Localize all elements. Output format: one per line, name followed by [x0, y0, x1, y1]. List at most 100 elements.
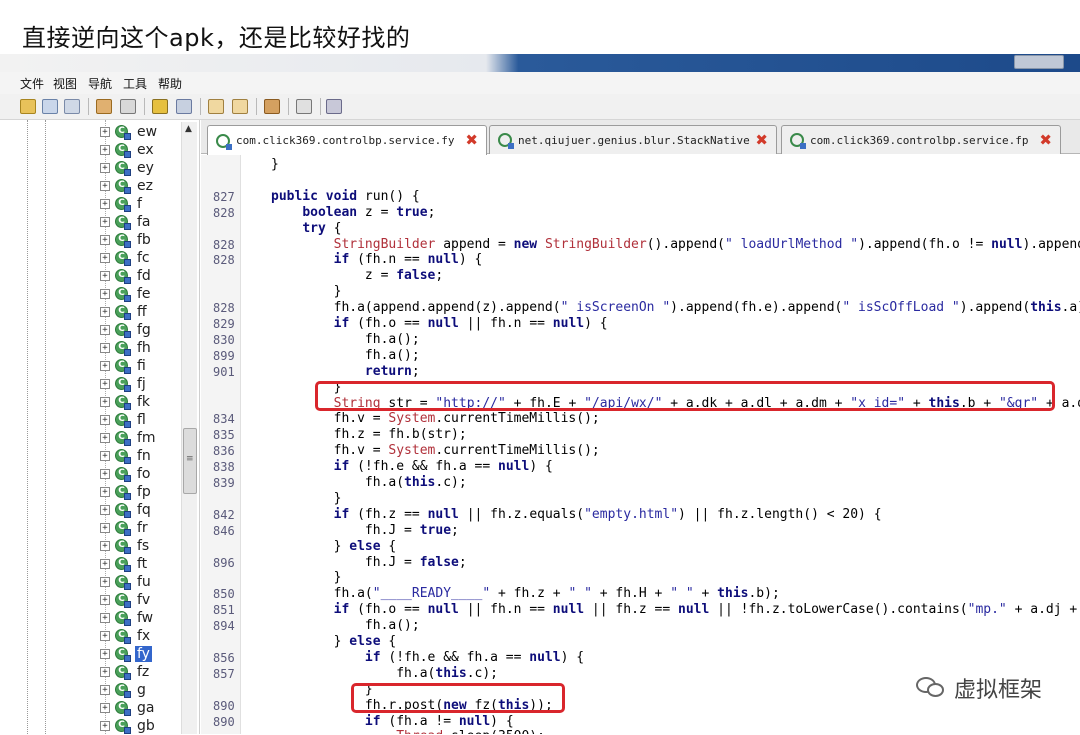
save-icon[interactable]: [42, 99, 58, 114]
expand-icon[interactable]: +: [100, 595, 110, 605]
tree-node[interactable]: + Cfy: [100, 645, 152, 663]
tree-node[interactable]: + Cfc: [100, 249, 152, 267]
window-titlebar: [0, 54, 1080, 72]
scroll-up-icon[interactable]: ▲: [185, 124, 192, 134]
expand-icon[interactable]: +: [100, 667, 110, 677]
expand-icon[interactable]: +: [100, 271, 110, 281]
expand-icon[interactable]: +: [100, 361, 110, 371]
close-icon[interactable]: ✖: [465, 131, 478, 149]
tab-fp[interactable]: com.click369.controlbp.service.fp ✖: [781, 125, 1061, 154]
expand-icon[interactable]: +: [100, 325, 110, 335]
expand-icon[interactable]: +: [100, 127, 110, 137]
tree-node[interactable]: + Cft: [100, 555, 149, 573]
forward-icon[interactable]: [232, 99, 248, 114]
expand-icon[interactable]: +: [100, 523, 110, 533]
back-icon[interactable]: [208, 99, 224, 114]
expand-icon[interactable]: +: [100, 397, 110, 407]
expand-icon[interactable]: +: [100, 433, 110, 443]
close-icon[interactable]: ✖: [755, 131, 768, 149]
search-icon[interactable]: [176, 99, 192, 114]
code-line: } else {: [271, 538, 397, 554]
expand-icon[interactable]: +: [100, 181, 110, 191]
decompile-icon[interactable]: [264, 99, 280, 114]
expand-icon[interactable]: +: [100, 469, 110, 479]
window-controls[interactable]: [1014, 55, 1064, 69]
tree-node[interactable]: + Cfk: [100, 393, 152, 411]
code-line: if (fh.o == null || fh.n == null) {: [333, 316, 608, 331]
expand-icon[interactable]: +: [100, 541, 110, 551]
tree-node[interactable]: + Cfz: [100, 663, 151, 681]
expand-icon[interactable]: +: [100, 253, 110, 263]
tree-node[interactable]: + Cfh: [100, 339, 153, 357]
tree-node[interactable]: + Cff: [100, 303, 149, 321]
tree-node[interactable]: + Cgb: [100, 717, 157, 735]
close-icon[interactable]: ✖: [1039, 131, 1052, 149]
expand-icon[interactable]: +: [100, 577, 110, 587]
tree-scrollbar[interactable]: ▲ ≡: [181, 122, 197, 734]
expand-icon[interactable]: +: [100, 343, 110, 353]
tree-node[interactable]: + Cfl: [100, 411, 148, 429]
expand-icon[interactable]: +: [100, 145, 110, 155]
menu-tools[interactable]: 工具: [123, 75, 147, 92]
expand-icon[interactable]: +: [100, 721, 110, 731]
tree-node-label: ez: [137, 178, 153, 194]
settings-icon[interactable]: [326, 99, 342, 114]
tree-node[interactable]: + Cfa: [100, 213, 153, 231]
menu-help[interactable]: 帮助: [158, 75, 182, 92]
tab-fy[interactable]: com.click369.controlbp.service.fy ✖: [207, 125, 487, 155]
tree-node[interactable]: + Cg: [100, 681, 148, 699]
expand-icon[interactable]: +: [100, 451, 110, 461]
expand-icon[interactable]: +: [100, 631, 110, 641]
tree-node[interactable]: + Cez: [100, 177, 155, 195]
tree-node[interactable]: + Cfd: [100, 267, 153, 285]
expand-icon[interactable]: +: [100, 235, 110, 245]
expand-icon[interactable]: +: [100, 487, 110, 497]
tree-node[interactable]: + Cfx: [100, 627, 152, 645]
open-file-icon[interactable]: [20, 99, 36, 114]
expand-icon[interactable]: [120, 99, 136, 114]
expand-icon[interactable]: +: [100, 163, 110, 173]
expand-icon[interactable]: +: [100, 307, 110, 317]
save-all-icon[interactable]: [64, 99, 80, 114]
tree-node[interactable]: + Cfm: [100, 429, 158, 447]
code-editor[interactable]: } 827 public void run() {828 boolean z = t…: [201, 155, 1080, 734]
expand-icon[interactable]: +: [100, 649, 110, 659]
tree-node[interactable]: + Cfw: [100, 609, 155, 627]
tab-stacknative[interactable]: net.qiujuer.genius.blur.StackNative ✖: [489, 125, 777, 154]
menu-view[interactable]: 视图: [53, 75, 77, 92]
expand-icon[interactable]: +: [100, 559, 110, 569]
tree-node[interactable]: + Cfi: [100, 357, 148, 375]
tree-node[interactable]: + Cf: [100, 195, 144, 213]
tree-node[interactable]: + Cey: [100, 159, 156, 177]
expand-icon[interactable]: +: [100, 217, 110, 227]
tree-node[interactable]: + Cga: [100, 699, 156, 717]
tree-node[interactable]: + Cfe: [100, 285, 153, 303]
expand-icon[interactable]: +: [100, 379, 110, 389]
wand-icon[interactable]: [152, 99, 168, 114]
tree-node[interactable]: + Cfg: [100, 321, 153, 339]
tree-node[interactable]: + Cfb: [100, 231, 153, 249]
tree-node[interactable]: + Cfu: [100, 573, 153, 591]
tree-node[interactable]: + Cfq: [100, 501, 153, 519]
tree-node[interactable]: + Cex: [100, 141, 156, 159]
tree-node[interactable]: + Cew: [100, 123, 159, 141]
expand-icon[interactable]: +: [100, 415, 110, 425]
tree-node[interactable]: + Cfv: [100, 591, 152, 609]
expand-icon[interactable]: +: [100, 703, 110, 713]
tree-node[interactable]: + Cfj: [100, 375, 148, 393]
tree-node[interactable]: + Cfp: [100, 483, 153, 501]
expand-icon[interactable]: +: [100, 289, 110, 299]
log-icon[interactable]: [296, 99, 312, 114]
tree-node[interactable]: + Cfr: [100, 519, 150, 537]
expand-icon[interactable]: +: [100, 505, 110, 515]
expand-icon[interactable]: +: [100, 199, 110, 209]
toolbar: [0, 94, 1080, 120]
tree-node[interactable]: + Cfo: [100, 465, 153, 483]
tree-node[interactable]: + Cfs: [100, 537, 151, 555]
menu-file[interactable]: 文件: [20, 75, 44, 92]
sync-icon[interactable]: [96, 99, 112, 114]
menu-navigate[interactable]: 导航: [88, 75, 112, 92]
expand-icon[interactable]: +: [100, 613, 110, 623]
expand-icon[interactable]: +: [100, 685, 110, 695]
tree-node[interactable]: + Cfn: [100, 447, 153, 465]
